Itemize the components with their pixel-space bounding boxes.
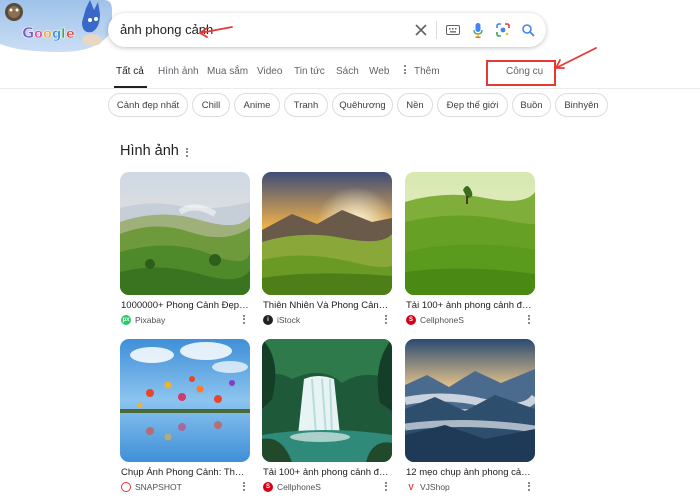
image-result-card[interactable]: Tải 100+ ảnh phong cảnh đẹp ... S Cellph… xyxy=(405,172,535,325)
snapshot-favicon-icon xyxy=(121,482,131,492)
more-vertical-icon[interactable] xyxy=(404,65,406,74)
image-result-card[interactable]: Chụp Ảnh Phong Cảnh: Thủ T... SNAPSHOT xyxy=(120,339,250,492)
search-input[interactable]: ảnh phong cảnh xyxy=(120,22,213,37)
svg-text:G: G xyxy=(22,24,34,42)
google-lens-icon[interactable] xyxy=(494,21,512,39)
chip[interactable]: Đẹp thế giới xyxy=(437,93,508,117)
more-vertical-icon[interactable] xyxy=(240,313,248,325)
image-thumbnail[interactable] xyxy=(120,339,250,462)
images-section-title: Hình ảnh xyxy=(120,143,179,159)
more-vertical-icon[interactable] xyxy=(382,313,390,325)
tab-books[interactable]: Sách xyxy=(336,66,359,77)
source-name: iStock xyxy=(277,315,301,325)
image-result-card[interactable]: Thiên Nhiên Và Phong Cảnh Hì... i iStock xyxy=(262,172,392,325)
image-result-source[interactable]: V VJShop xyxy=(406,481,450,493)
image-result-title[interactable]: Tải 100+ ảnh phong cảnh đẹp ... xyxy=(406,300,534,311)
tabs-divider xyxy=(0,88,700,89)
cellphones-favicon-icon: S xyxy=(263,482,273,492)
image-result-source[interactable]: S CellphoneS xyxy=(263,481,321,493)
clear-icon[interactable] xyxy=(412,21,430,39)
image-result-card[interactable]: Tải 100+ ảnh phong cảnh đẹp ... S Cellph… xyxy=(262,339,392,492)
image-result-title[interactable]: 1000000+ Phong Cảnh Đẹp & ... xyxy=(121,300,249,311)
svg-text:g: g xyxy=(52,27,61,42)
chip[interactable]: Cảnh đẹp nhất xyxy=(108,93,188,117)
tab-images[interactable]: Hình ảnh xyxy=(158,66,199,77)
chip[interactable]: Chill xyxy=(192,93,230,117)
chip[interactable]: Tranh xyxy=(284,93,328,117)
image-result-card[interactable]: 1000000+ Phong Cảnh Đẹp & ... px Pixabay xyxy=(120,172,250,325)
chip[interactable]: Anime xyxy=(234,93,280,117)
tools-button[interactable]: Công cụ xyxy=(506,66,543,77)
image-thumbnail[interactable] xyxy=(405,339,535,462)
search-icon[interactable] xyxy=(519,21,537,39)
image-result-title[interactable]: Tải 100+ ảnh phong cảnh đẹp ... xyxy=(263,467,391,478)
tab-web[interactable]: Web xyxy=(369,66,389,77)
image-result-card[interactable]: 12 mẹo chụp ảnh phong cảnh ... V VJShop xyxy=(405,339,535,492)
search-box[interactable]: ảnh phong cảnh xyxy=(108,13,546,47)
more-vertical-icon[interactable] xyxy=(382,480,390,492)
more-vertical-icon[interactable] xyxy=(240,480,248,492)
svg-text:l: l xyxy=(61,27,65,42)
svg-text:o: o xyxy=(43,27,52,42)
cellphones-favicon-icon: S xyxy=(406,315,416,325)
more-vertical-icon[interactable] xyxy=(182,144,192,160)
image-result-source[interactable]: i iStock xyxy=(263,314,300,326)
source-name: CellphoneS xyxy=(420,315,464,325)
svg-text:e: e xyxy=(66,27,75,42)
image-result-source[interactable]: S CellphoneS xyxy=(406,314,464,326)
source-name: CellphoneS xyxy=(277,482,321,492)
keyboard-icon[interactable] xyxy=(444,21,462,39)
chip[interactable]: Quêhương xyxy=(332,93,393,117)
tab-all[interactable]: Tất cả xyxy=(116,66,144,77)
image-thumbnail[interactable] xyxy=(262,172,392,295)
image-result-title[interactable]: Thiên Nhiên Và Phong Cảnh Hì... xyxy=(263,300,391,311)
more-vertical-icon[interactable] xyxy=(525,313,533,325)
microphone-icon[interactable] xyxy=(469,21,487,39)
vjshop-favicon-icon: V xyxy=(406,482,416,492)
svg-text:o: o xyxy=(34,27,43,42)
chip[interactable]: Buồn xyxy=(512,93,551,117)
more-vertical-icon[interactable] xyxy=(525,480,533,492)
image-thumbnail[interactable] xyxy=(120,172,250,295)
istock-favicon-icon: i xyxy=(263,315,273,325)
tab-shopping[interactable]: Mua sắm xyxy=(207,66,248,77)
search-divider xyxy=(436,21,437,39)
image-result-title[interactable]: Chụp Ảnh Phong Cảnh: Thủ T... xyxy=(121,467,249,478)
tab-videos[interactable]: Video xyxy=(257,66,282,77)
tab-more[interactable]: Thêm xyxy=(414,66,440,77)
tab-news[interactable]: Tin tức xyxy=(294,66,325,77)
image-result-title[interactable]: 12 mẹo chụp ảnh phong cảnh ... xyxy=(406,467,534,478)
chip[interactable]: Binhyên xyxy=(555,93,608,117)
image-result-source[interactable]: px Pixabay xyxy=(121,314,165,326)
google-doodle-logo[interactable]: G o o g l e xyxy=(0,0,112,56)
image-thumbnail[interactable] xyxy=(262,339,392,462)
source-name: Pixabay xyxy=(135,315,166,325)
pixabay-favicon-icon: px xyxy=(121,315,131,325)
search-tabs: Tất cả Hình ảnh Mua sắm Video Tin tức Sá… xyxy=(0,60,700,88)
source-name: VJShop xyxy=(420,482,450,492)
source-name: SNAPSHOT xyxy=(135,482,182,492)
chip[interactable]: Nền xyxy=(397,93,433,117)
image-result-source[interactable]: SNAPSHOT xyxy=(121,481,182,493)
image-thumbnail[interactable] xyxy=(405,172,535,295)
